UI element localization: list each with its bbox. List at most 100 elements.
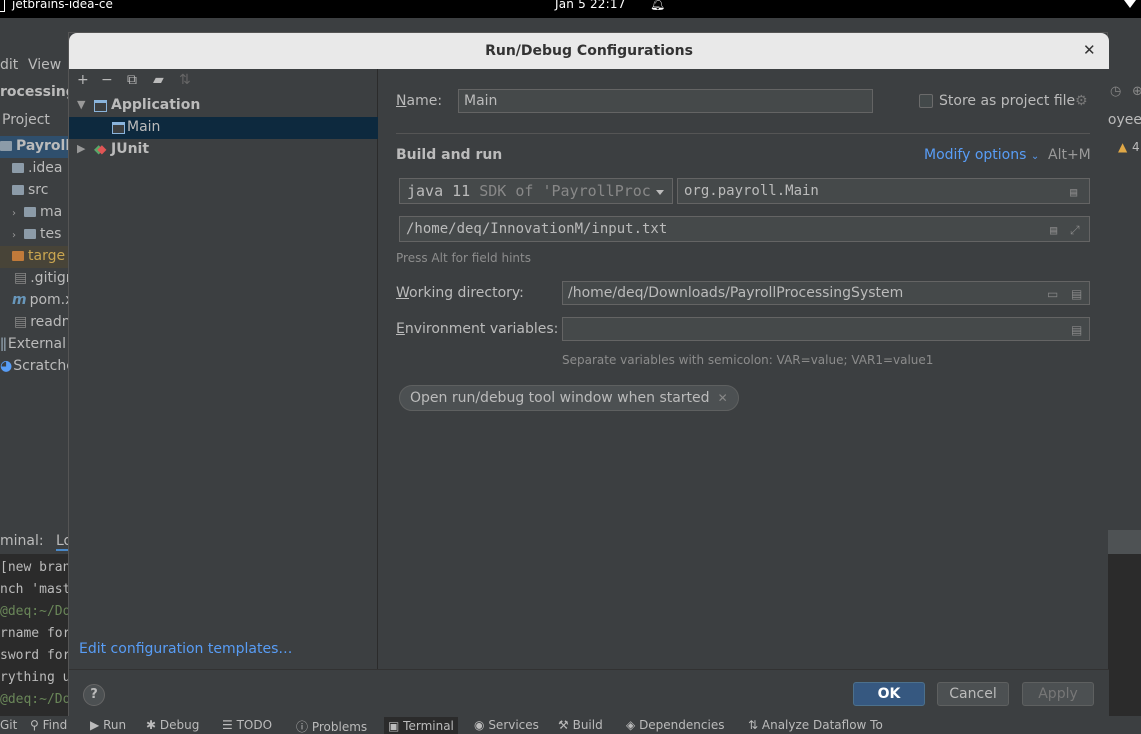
store-project-checkbox[interactable] [919, 94, 933, 108]
help-button[interactable]: ? [83, 684, 105, 706]
edit-templates-link[interactable]: Edit configuration templates… [79, 641, 292, 657]
tree-item-label: pom.x [29, 292, 74, 308]
junit-icon: ◆◆ [94, 142, 107, 156]
name-field[interactable]: Main [458, 89, 873, 113]
working-dir-field[interactable]: /home/deq/Downloads/PayrollProcessingSys… [562, 281, 1090, 305]
ide-menu-bar: dit View [0, 54, 68, 78]
remove-option-icon[interactable]: ✕ [718, 391, 728, 405]
tree-item-main[interactable]: › ma [12, 204, 62, 220]
new-folder-icon[interactable]: ▰ [153, 72, 164, 88]
dialog-titlebar[interactable]: Run/Debug Configurations ✕ [69, 33, 1109, 69]
application-icon [112, 122, 125, 134]
tool-window-edge [1108, 530, 1141, 554]
remove-config-button[interactable]: − [101, 72, 113, 88]
tree-item-pom[interactable]: m pom.x [12, 292, 73, 308]
apply-button[interactable]: Apply [1022, 682, 1094, 706]
terminal-line: @deq:~/Do [0, 692, 71, 707]
folder-icon [12, 185, 24, 195]
macro-icon[interactable]: ▤ [1071, 283, 1082, 304]
program-arguments-field[interactable]: /home/deq/InnovationM/input.txt ▤ ⤢ [399, 216, 1090, 242]
terminal-line: nch 'mast [0, 582, 71, 597]
dataflow-icon: ⇅ [748, 718, 759, 732]
dropdown-arrow-icon [656, 190, 664, 195]
browse-icon[interactable]: ▤ [1071, 319, 1082, 340]
program-arguments-value: /home/deq/InnovationM/input.txt [406, 221, 668, 237]
sort-icon[interactable]: ⇅ [179, 72, 191, 88]
system-menu-icon[interactable] [1124, 0, 1136, 8]
tree-main-label: Main [127, 119, 161, 135]
tool-label: TODO [236, 718, 273, 732]
browse-icon[interactable]: ▤ [1070, 180, 1077, 203]
editor-tab-label[interactable]: loyee [1104, 112, 1141, 128]
tree-item-idea[interactable]: .idea [12, 160, 62, 176]
terminal-output[interactable]: [new bran nch 'mast @deq:~/Do rname for … [0, 554, 71, 716]
divider [396, 133, 1090, 134]
warning-count: 4 [1132, 140, 1140, 154]
chevron-right-icon: ▶ [77, 142, 86, 155]
tree-item-readme[interactable]: ▤ readn [14, 314, 71, 330]
store-project-label[interactable]: Store as project file [939, 93, 1075, 109]
folder-icon [24, 229, 36, 239]
tree-item-gitignore[interactable]: ▤ .gitign [14, 270, 75, 286]
env-vars-field[interactable]: ▤ [562, 317, 1090, 341]
tree-item-test[interactable]: › tes [12, 226, 61, 242]
tool-find[interactable]: ⚲ Find [30, 718, 67, 732]
option-chip[interactable]: Open run/debug tool window when started ✕ [399, 385, 739, 411]
ok-button[interactable]: OK [853, 682, 925, 706]
sdk-select[interactable]: java 11 SDK of 'PayrollProc [399, 178, 673, 204]
expand-list-icon[interactable]: ▤ [1050, 218, 1057, 241]
tree-main[interactable]: Main [69, 117, 378, 139]
close-icon[interactable]: ✕ [1083, 41, 1096, 59]
pin-icon[interactable]: ⊕ [1132, 84, 1141, 99]
tree-item-target[interactable]: targe [0, 246, 68, 268]
editor-right-edge: ◷ ⊕ loyee ▲ 4 [1104, 58, 1141, 540]
bug-icon: ✱ [146, 718, 157, 732]
file-icon: ▤ [14, 270, 28, 286]
terminal-prompt: @deq:~/Do [0, 604, 70, 619]
cancel-button[interactable]: Cancel [937, 682, 1009, 706]
menu-view[interactable]: View [28, 57, 61, 73]
tool-services[interactable]: ◉ Services [474, 718, 539, 732]
modify-options-link[interactable]: Modify options ⌄ [924, 147, 1039, 163]
tool-terminal[interactable]: ▣ Terminal [384, 716, 458, 734]
tree-item-scratches[interactable]: ◕Scratche [0, 358, 75, 374]
gear-icon[interactable]: ⚙ [1075, 93, 1088, 109]
tree-item-label: tes [40, 226, 62, 242]
os-clock[interactable]: Jan 5 22:17 [555, 0, 626, 11]
tree-item-src[interactable]: src [12, 182, 48, 198]
terminal-line: rname for [0, 626, 71, 641]
info-icon: ⓘ [296, 720, 309, 734]
tool-debug[interactable]: ✱ Debug [146, 718, 199, 732]
tool-analyze-dataflow[interactable]: ⇅ Analyze Dataflow To [748, 718, 883, 732]
folder-icon[interactable]: ▭ [1047, 283, 1058, 304]
tool-dependencies[interactable]: ◈ Dependencies [626, 718, 724, 732]
terminal-icon: ▣ [388, 719, 400, 733]
tool-problems[interactable]: ⓘ Problems [296, 718, 367, 734]
main-class-field[interactable]: org.payroll.Main ▤ [677, 178, 1090, 204]
bell-icon[interactable]: 🔔︎ [650, 0, 665, 11]
tool-todo[interactable]: ☰ TODO [222, 718, 272, 732]
terminal-line: @deq:~/Do [0, 604, 71, 619]
tool-build[interactable]: ⚒ Build [558, 718, 603, 732]
tool-run[interactable]: ▶ Run [90, 718, 126, 732]
project-tree-root[interactable]: PayrollP [0, 136, 80, 158]
tree-application-label: Application [111, 97, 201, 113]
tree-junit[interactable]: ▶ ◆◆ JUnit [69, 139, 378, 161]
history-icon[interactable]: ◷ [1110, 84, 1121, 99]
os-app-name: jetbrains-idea-ce [12, 0, 113, 11]
chevron-right-icon: › [12, 230, 16, 241]
tree-application[interactable]: ▼ Application [69, 95, 378, 117]
tree-item-label: .idea [28, 160, 63, 176]
tree-item-label: ma [40, 204, 63, 220]
copy-icon[interactable]: ⧉ [127, 72, 137, 88]
menu-edit[interactable]: dit [0, 57, 18, 73]
modify-options-shortcut: Alt+M [1048, 147, 1091, 163]
tool-git[interactable]: Git [0, 718, 17, 732]
tree-junit-label: JUnit [111, 141, 150, 157]
add-config-button[interactable]: + [77, 72, 89, 88]
expand-icon[interactable]: ⤢ [1070, 218, 1080, 241]
tool-label: Analyze Dataflow To [761, 718, 883, 732]
terminal-tab-title: minal: [0, 533, 44, 549]
tree-item-external[interactable]: ǁExternal [0, 336, 66, 352]
project-tab[interactable]: Project [2, 112, 50, 128]
